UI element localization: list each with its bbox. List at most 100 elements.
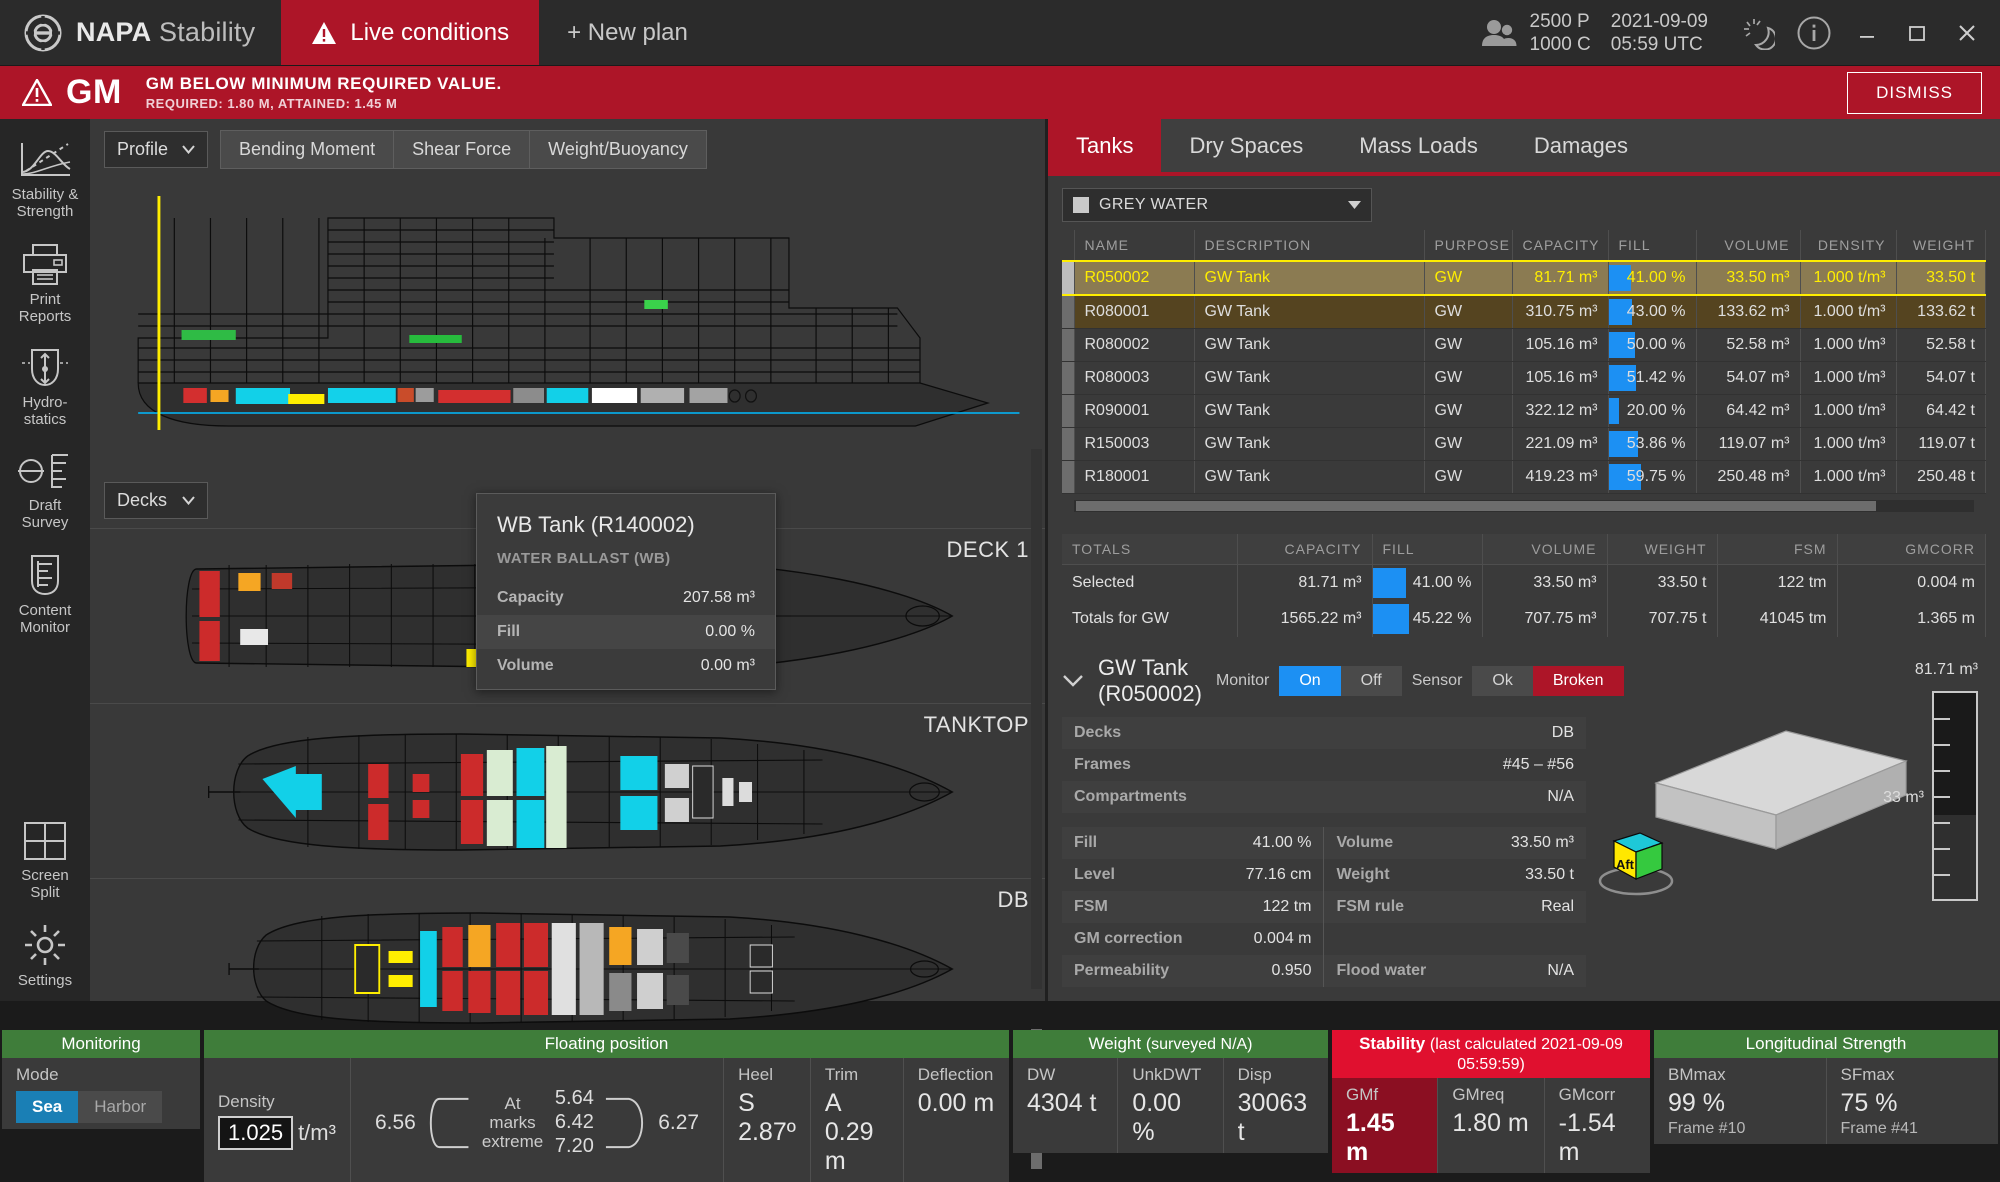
table-row[interactable]: R080001 GW Tank GW 310.75 m³ 43.00 % 133.62 m…: [1062, 295, 1986, 329]
th-totals-weight: WEIGHT: [1607, 534, 1718, 565]
density-input[interactable]: 1.025: [218, 1115, 294, 1150]
th-description[interactable]: DESCRIPTION: [1194, 230, 1425, 262]
table-row[interactable]: R050002 GW Tank GW 81.71 m³ 41.00 % 33.50 m³ 1…: [1062, 260, 1986, 296]
right-panel: Tanks Dry Spaces Mass Loads Damages GREY…: [1045, 119, 2000, 1001]
table-row[interactable]: R090001 GW Tank GW 322.12 m³ 20.00 % 64.42 m³…: [1062, 394, 1986, 428]
cell-weight: 64.42 t: [1896, 394, 1986, 428]
table-row[interactable]: R080002 GW Tank GW 105.16 m³ 50.00 % 52.58 m³…: [1062, 328, 1986, 362]
monitor-off-button[interactable]: Off: [1340, 666, 1402, 696]
detail-value: 33.50 m³: [1460, 827, 1586, 859]
sidebar-label-screen-split: Screen Split: [21, 867, 69, 901]
totals-weight: 707.75 t: [1607, 601, 1718, 637]
cell-name: R180001: [1074, 460, 1195, 494]
table-row[interactable]: R150003 GW Tank GW 221.09 m³ 53.86 % 119.07 m…: [1062, 427, 1986, 461]
mode-harbor-button[interactable]: Harbor: [78, 1091, 163, 1123]
row-marker: [1062, 427, 1075, 461]
floating-body: Density 1.025 t/m³ 6.56 At marks extreme…: [204, 1058, 1009, 1182]
sensor-ok-button[interactable]: Ok: [1472, 666, 1533, 696]
sidebar-item-content-monitor[interactable]: Content Monitor: [0, 543, 90, 648]
profile-select[interactable]: Profile: [104, 131, 209, 168]
detail-key: Frames: [1062, 749, 1324, 781]
cell-density: 1.000 t/m³: [1800, 328, 1897, 362]
time-text: 05:59 UTC: [1610, 33, 1703, 55]
deck-view-db[interactable]: DB: [90, 878, 1045, 1053]
cell-name: R150003: [1074, 427, 1195, 461]
cell-fill: 43.00 %: [1608, 295, 1697, 329]
tab-mass-loads[interactable]: Mass Loads: [1331, 119, 1506, 172]
th-name[interactable]: NAME: [1074, 230, 1195, 262]
tank-detail-top-table: Decks DB Frames #45 – #56 Compartments N/A: [1062, 717, 1586, 813]
cell-fill: 53.86 %: [1608, 427, 1697, 461]
table-row[interactable]: R180001 GW Tank GW 419.23 m³ 59.75 % 250.48 m…: [1062, 460, 1986, 494]
tank-detail: GW Tank (R050002) Monitor On Off Sensor …: [1062, 653, 1986, 987]
center-scrollbar-track[interactable]: [1031, 449, 1042, 989]
stability-curve-icon: [18, 139, 72, 181]
tab-dry-spaces[interactable]: Dry Spaces: [1161, 119, 1331, 172]
tooltip-key: Volume: [497, 657, 554, 674]
tanks-hscroll-track[interactable]: [1074, 500, 1974, 512]
th-density[interactable]: DENSITY: [1800, 230, 1897, 262]
deck-db-label: DB: [997, 887, 1029, 912]
ship-profile-view[interactable]: [102, 178, 1033, 478]
mark-aft: 6.27: [658, 1110, 700, 1134]
th-capacity[interactable]: CAPACITY: [1512, 230, 1609, 262]
tank-type-filter[interactable]: GREY WATER: [1062, 188, 1372, 222]
fill-text: 43.00 %: [1626, 303, 1686, 320]
cell-purpose: GW: [1424, 460, 1513, 494]
deck-view-tanktop[interactable]: TANKTOP: [90, 703, 1045, 878]
chevron-down-icon[interactable]: [1062, 674, 1084, 688]
sidebar-item-print-reports[interactable]: Print Reports: [0, 232, 90, 337]
cell-capacity: 322.12 m³: [1512, 394, 1609, 428]
info-button[interactable]: [1786, 5, 1842, 61]
sfmax-cell: SFmax 75 % Frame #41: [1827, 1058, 1999, 1144]
fill-text: 53.86 %: [1626, 435, 1686, 452]
brand: NAPA Stability: [0, 0, 281, 65]
close-button[interactable]: [1942, 5, 1992, 61]
detail-row: Frames #45 – #56: [1062, 749, 1586, 781]
bending-moment-button[interactable]: Bending Moment: [220, 130, 395, 169]
monitor-on-button[interactable]: On: [1279, 666, 1341, 696]
dw-cell: DW 4304 t: [1013, 1058, 1119, 1153]
dismiss-button[interactable]: DISMISS: [1847, 71, 1982, 114]
sfmax-frame: Frame #41: [1840, 1120, 1918, 1137]
tab-live-conditions[interactable]: Live conditions: [281, 0, 540, 65]
fill-text: 45.22 %: [1412, 610, 1472, 627]
tooltip-key: Fill: [497, 623, 521, 640]
th-fill[interactable]: FILL: [1608, 230, 1697, 262]
printer-icon: [20, 242, 70, 286]
tab-tanks[interactable]: Tanks: [1048, 119, 1162, 172]
sidebar-label-print-reports: Print Reports: [18, 291, 72, 325]
sidebar-item-settings[interactable]: Settings: [0, 913, 90, 1001]
tanks-hscroll-thumb[interactable]: [1076, 501, 1876, 511]
weight-buoyancy-button[interactable]: Weight/Buoyancy: [530, 130, 707, 169]
cell-volume: 250.48 m³: [1696, 460, 1801, 494]
decks-select[interactable]: Decks: [104, 482, 208, 519]
sidebar-item-draft-survey[interactable]: Draft Survey: [0, 440, 90, 543]
detail-row: FSM 122 tm FSM rule Real: [1062, 891, 1586, 923]
sidebar-item-hydrostatics[interactable]: Hydro- statics: [0, 337, 90, 440]
tank-3d-view[interactable]: Aft 81.71 m³ 33 m³: [1596, 653, 1986, 987]
new-plan-button[interactable]: + New plan: [539, 0, 716, 65]
draft-marks: 6.56 At marks extreme 5.64 6.42 7.20 6.2…: [365, 1083, 709, 1158]
th-volume[interactable]: VOLUME: [1696, 230, 1801, 262]
cell-description: GW Tank: [1194, 394, 1425, 428]
minimize-button[interactable]: [1842, 5, 1892, 61]
sidebar-item-screen-split[interactable]: Screen Split: [0, 810, 90, 913]
tank-tooltip: WB Tank (R140002) WATER BALLAST (WB) Cap…: [476, 493, 776, 690]
fill-gauge[interactable]: [1932, 691, 1978, 901]
maximize-button[interactable]: [1892, 5, 1942, 61]
table-row[interactable]: R080003 GW Tank GW 105.16 m³ 51.42 % 54.07 m³…: [1062, 361, 1986, 395]
totals-fill: 45.22 %: [1372, 601, 1483, 637]
cell-purpose: GW: [1424, 361, 1513, 395]
sidebar-item-stability-strength[interactable]: Stability & Strength: [0, 129, 90, 232]
th-weight[interactable]: WEIGHT: [1896, 230, 1986, 262]
cell-capacity: 81.71 m³: [1512, 260, 1609, 296]
mode-sea-button[interactable]: Sea: [16, 1091, 79, 1123]
totals-fsm: 122 tm: [1717, 564, 1838, 601]
th-purpose[interactable]: PURPOSE: [1424, 230, 1513, 262]
detail-value: N/A: [1324, 781, 1586, 813]
weather-button[interactable]: [1730, 5, 1786, 61]
tab-damages[interactable]: Damages: [1506, 119, 1656, 172]
orientation-cube-icon: Aft: [1612, 832, 1664, 881]
shear-force-button[interactable]: Shear Force: [394, 130, 531, 169]
